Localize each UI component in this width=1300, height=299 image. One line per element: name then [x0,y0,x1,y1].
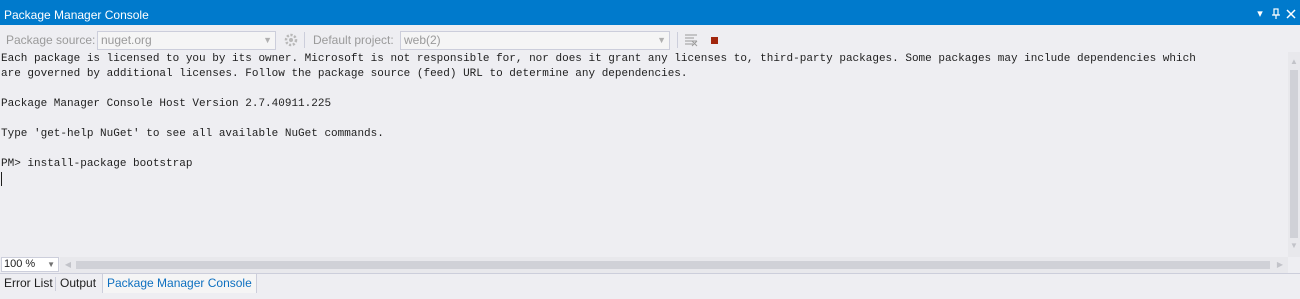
panel-title-bar: Package Manager Console ▾ [0,0,1300,27]
console-line: Package Manager Console Host Version 2.7… [1,98,332,110]
toolbar-separator [304,32,305,48]
toolbar-separator [677,32,678,48]
default-project-value: web(2) [404,33,441,47]
horizontal-scrollbar[interactable]: ◀ ▶ [60,257,1288,273]
settings-gear-icon[interactable] [283,32,299,48]
console-output[interactable]: Each package is licensed to you by its o… [0,52,1288,257]
console-line: Type 'get-help NuGet' to see all availab… [1,128,384,140]
close-icon[interactable] [1284,7,1298,21]
chevron-down-icon: ▼ [657,35,666,45]
text-caret [1,172,2,186]
scroll-left-arrow-icon[interactable]: ◀ [62,259,74,271]
scroll-up-arrow-icon[interactable]: ▲ [1288,56,1300,68]
stop-icon[interactable] [707,32,723,48]
scroll-down-arrow-icon[interactable]: ▼ [1288,240,1300,252]
console-toolbar: Package source: nuget.org ▼ Default proj… [0,29,1300,51]
zoom-bar: 100 % ▼ ◀ ▶ [0,257,1300,273]
pin-icon[interactable] [1269,7,1283,21]
console-prompt-line: PM> install-package bootstrap [1,158,193,170]
console-line: Each package is licensed to you by its o… [1,53,1196,65]
zoom-level-value: 100 % [4,258,36,270]
window-position-dropdown-icon[interactable]: ▾ [1253,7,1267,21]
panel-title: Package Manager Console [4,8,149,22]
chevron-down-icon: ▼ [263,35,272,45]
zoom-level-dropdown[interactable]: 100 % ▼ [1,257,59,272]
horizontal-scroll-thumb[interactable] [76,261,1270,269]
tab-output[interactable]: Output [56,274,100,293]
default-project-dropdown[interactable]: web(2) ▼ [400,31,670,50]
default-project-label: Default project: [313,33,394,47]
clear-console-icon[interactable] [683,32,699,48]
scroll-right-arrow-icon[interactable]: ▶ [1274,259,1286,271]
tool-window-tabs: Error List Output Package Manager Consol… [0,273,1300,293]
tab-error-list[interactable]: Error List [0,274,57,293]
vertical-scrollbar[interactable]: ▲ ▼ [1288,52,1300,257]
tab-package-manager-console[interactable]: Package Manager Console [102,274,257,293]
package-source-label: Package source: [6,33,96,47]
vertical-scroll-thumb[interactable] [1290,70,1298,238]
package-source-dropdown[interactable]: nuget.org ▼ [97,31,276,50]
package-source-value: nuget.org [101,33,152,47]
console-line: are governed by additional licenses. Fol… [1,68,688,80]
chevron-down-icon: ▼ [47,260,55,269]
